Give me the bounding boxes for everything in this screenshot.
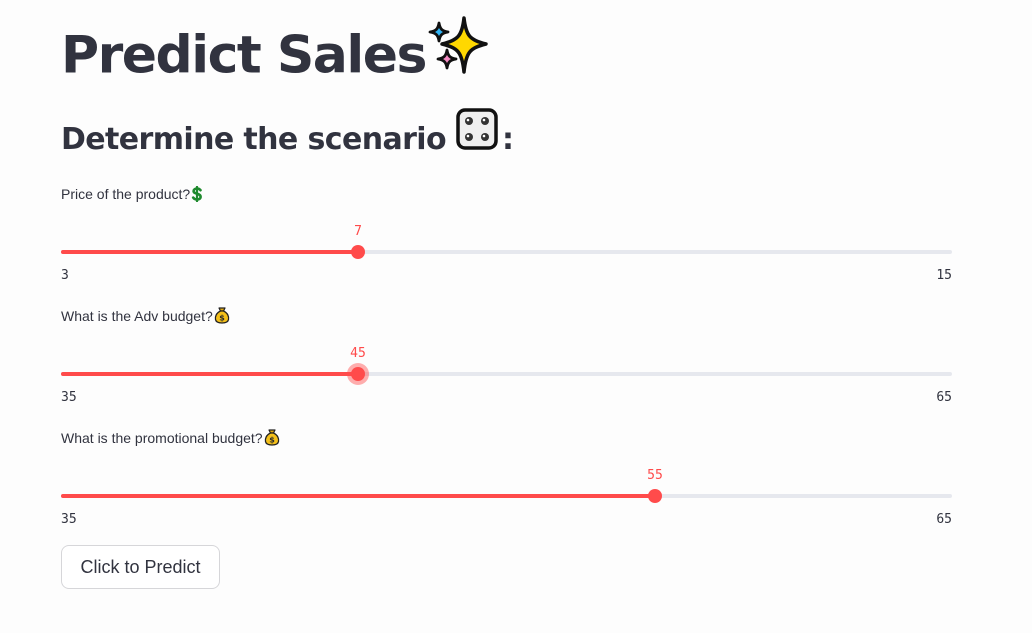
slider-current-value: 45 [350,346,366,361]
price-slider-label: Price of the product? [61,184,952,204]
price-slider[interactable]: 7 3 15 [61,204,952,283]
slider-max-label: 15 [936,268,952,283]
adv-budget-slider-label: What is the Adv budget? $ [61,306,952,326]
slider-thumb[interactable] [350,245,365,259]
app-page: Predict Sales Determine the scenario : P… [0,0,1032,633]
slider-track[interactable] [61,250,952,254]
sparkles-icon [428,14,488,95]
slider-max-label: 65 [936,512,952,527]
price-slider-widget: Price of the product? 7 3 15 [61,184,952,283]
heavy-dollar-sign-icon [192,185,203,203]
svg-text:$: $ [219,314,225,323]
slider-fill [61,372,358,376]
promotional-budget-slider[interactable]: 55 35 65 [61,448,952,527]
slider-thumb[interactable] [350,367,365,381]
page-title: Predict Sales [61,16,488,99]
promotional-budget-slider-label: What is the promotional budget? $ [61,428,952,448]
price-slider-label-text: Price of the product? [61,186,191,202]
predict-button[interactable]: Click to Predict [61,545,220,589]
slider-current-value: 55 [647,468,663,483]
slider-fill [61,494,655,498]
adv-budget-slider[interactable]: 45 35 65 [61,326,952,405]
slider-min-label: 35 [61,390,77,405]
money-bag-icon: $ [264,429,279,446]
slider-thumb[interactable] [647,489,662,503]
page-title-text: Predict Sales [61,25,427,86]
slider-max-label: 65 [936,390,952,405]
slider-min-label: 3 [61,268,69,283]
money-bag-icon: $ [214,307,230,324]
slider-track[interactable] [61,494,952,498]
promotional-budget-slider-label-text: What is the promotional budget? [61,430,263,446]
adv-budget-slider-widget: What is the Adv budget? $ 45 35 65 [61,306,952,405]
slider-current-value: 7 [354,224,362,239]
svg-text:$: $ [269,436,275,445]
slider-track[interactable] [61,372,952,376]
game-die-icon [456,108,498,165]
slider-fill [61,250,358,254]
section-subtitle: Determine the scenario : [61,108,514,169]
subtitle-colon: : [502,122,514,157]
adv-budget-slider-label-text: What is the Adv budget? [61,308,213,324]
promotional-budget-slider-widget: What is the promotional budget? $ 55 35 … [61,428,952,527]
subtitle-text: Determine the scenario [61,122,447,157]
slider-min-label: 35 [61,512,77,527]
